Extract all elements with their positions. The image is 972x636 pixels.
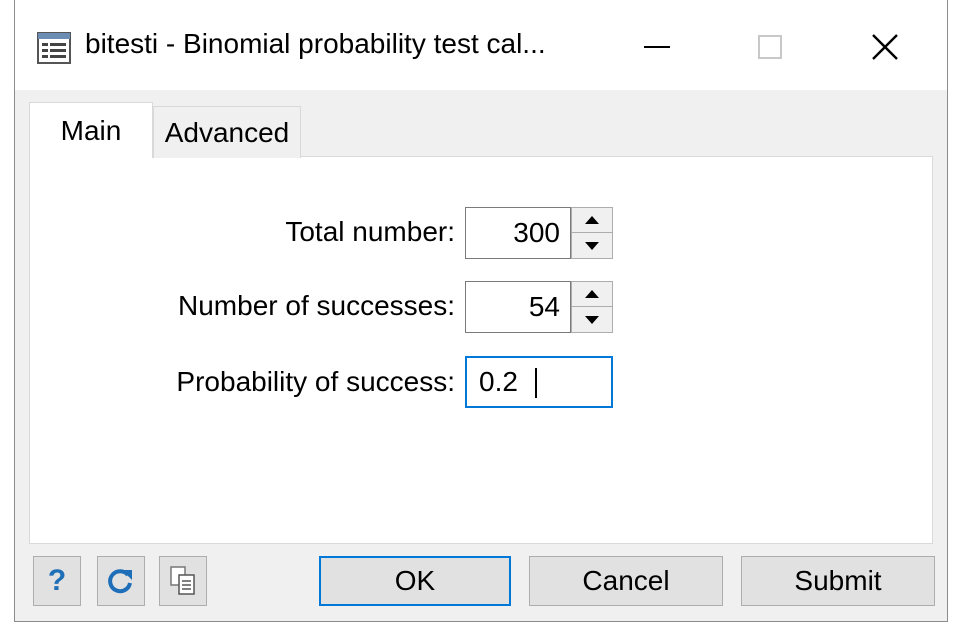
successes-decrement-button[interactable] (572, 307, 612, 332)
tab-advanced[interactable]: Advanced (153, 106, 301, 158)
probability-label: Probability of success: (176, 366, 455, 397)
dialog-window: bitesti - Binomial probability test cal.… (14, 0, 948, 622)
reset-button[interactable] (97, 556, 145, 606)
successes-input[interactable]: 54 (465, 281, 571, 333)
help-button[interactable]: ? (33, 556, 81, 606)
dialog-list-icon (37, 32, 71, 64)
minimize-button[interactable] (627, 22, 687, 72)
arrow-down-icon (585, 241, 599, 250)
maximize-button[interactable] (740, 22, 800, 72)
arrow-up-icon (585, 216, 599, 224)
title-bar[interactable]: bitesti - Binomial probability test cal.… (15, 0, 947, 90)
close-button[interactable] (855, 22, 915, 72)
probability-input[interactable]: 0.2 (465, 356, 613, 408)
probability-value: 0.2 (479, 366, 518, 397)
minimize-icon (644, 46, 670, 48)
cancel-button[interactable]: Cancel (529, 556, 723, 606)
submit-button[interactable]: Submit (741, 556, 935, 606)
total-number-decrement-button[interactable] (572, 233, 612, 258)
total-number-label: Total number: (285, 216, 455, 247)
successes-spinner (571, 281, 613, 333)
total-number-increment-button[interactable] (572, 208, 612, 233)
reset-icon (108, 569, 132, 594)
tab-main[interactable]: Main (29, 102, 153, 158)
window-title: bitesti - Binomial probability test cal.… (85, 28, 546, 59)
successes-label: Number of successes: (178, 290, 455, 321)
ok-button[interactable]: OK (319, 556, 511, 606)
total-number-spinner (571, 207, 613, 259)
successes-increment-button[interactable] (572, 282, 612, 307)
total-number-input[interactable]: 300 (465, 207, 571, 259)
copy-command-icon (170, 566, 195, 595)
text-caret (535, 368, 537, 398)
maximize-icon (758, 35, 782, 59)
copy-command-button[interactable] (159, 556, 207, 606)
arrow-up-icon (585, 290, 599, 298)
arrow-down-icon (585, 315, 599, 324)
close-icon (872, 34, 898, 60)
help-icon: ? (47, 564, 67, 597)
